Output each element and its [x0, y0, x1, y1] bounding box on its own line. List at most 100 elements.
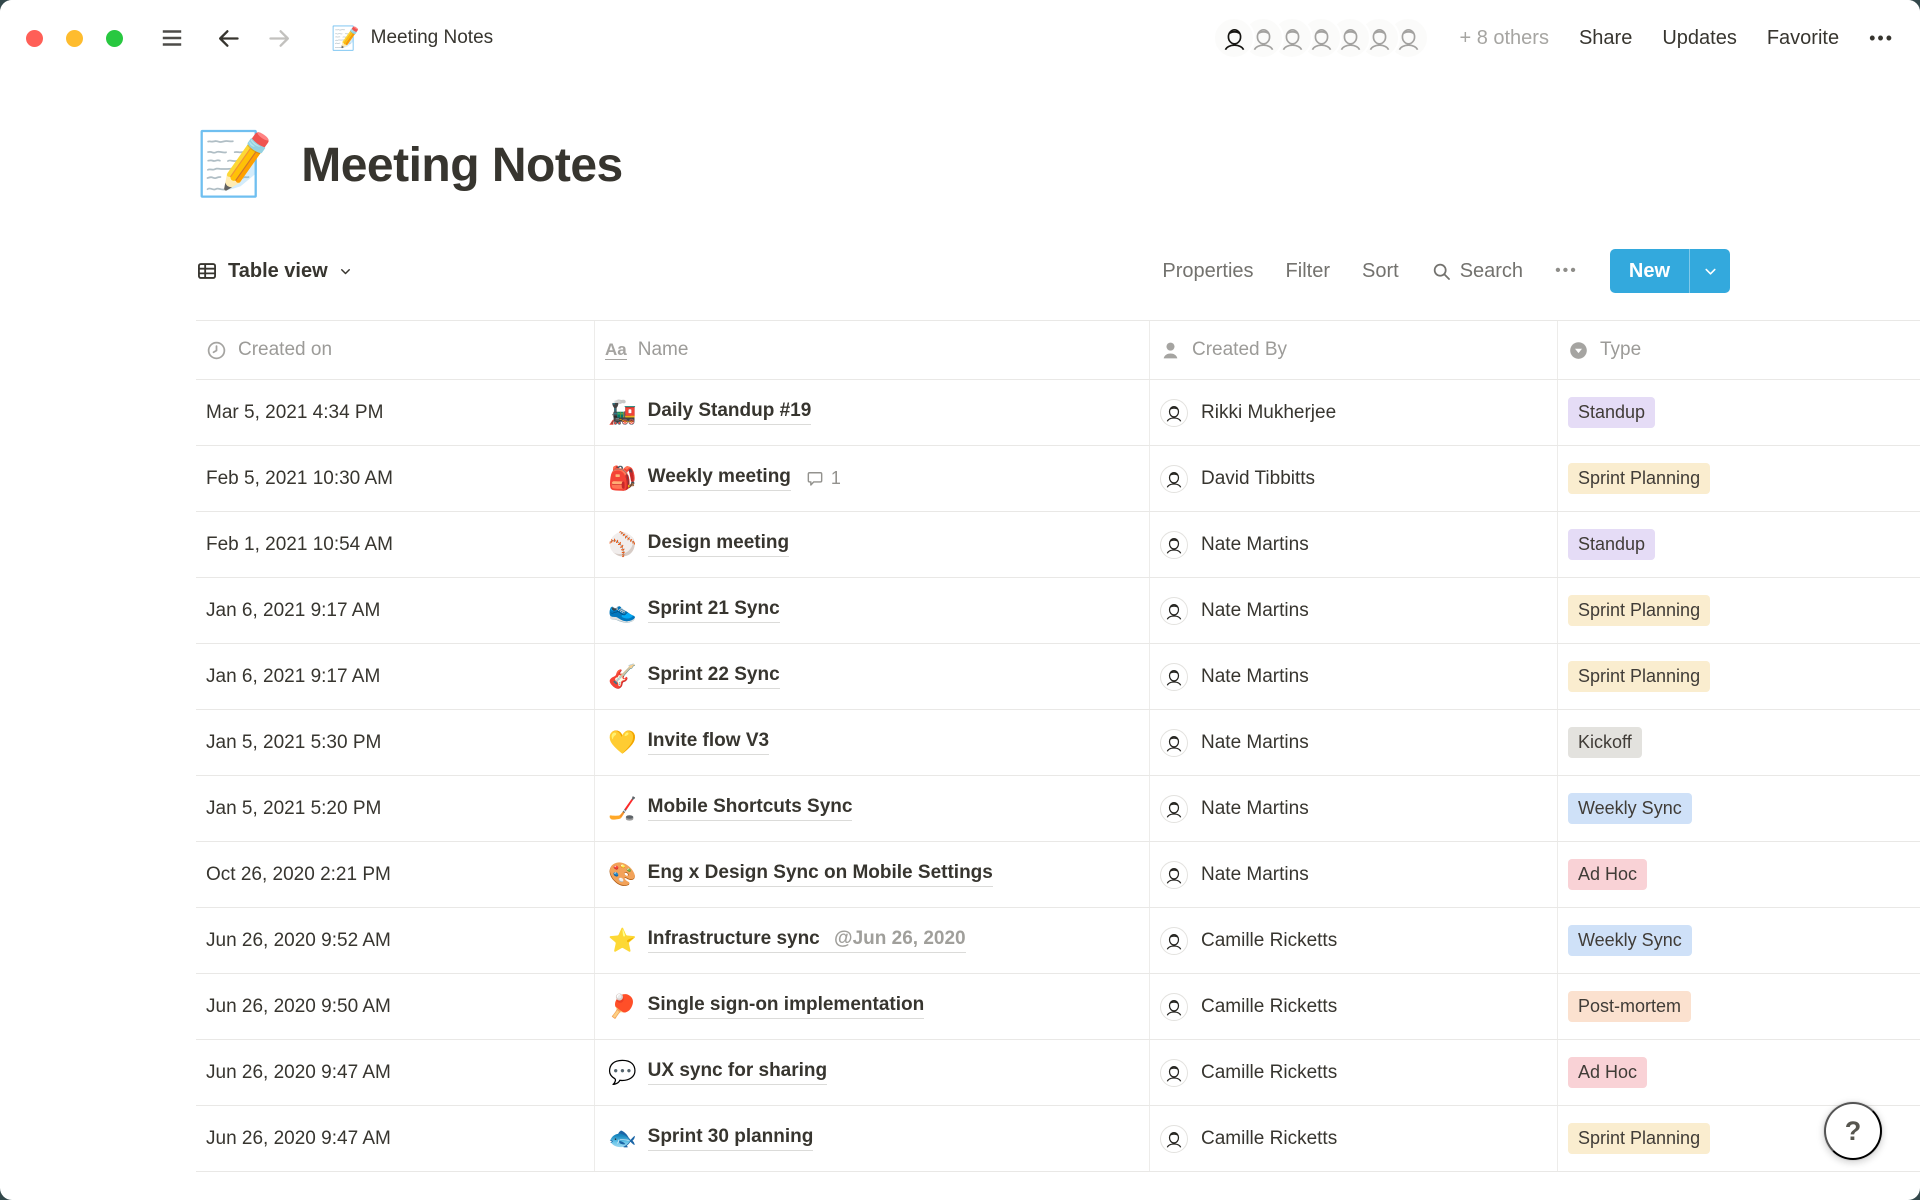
table-view-switcher[interactable]: Table view	[196, 260, 353, 283]
cell-created-by: David Tibbitts	[1150, 446, 1558, 511]
column-header-created-by[interactable]: Created By	[1150, 321, 1558, 379]
page-title[interactable]: Meeting Notes	[301, 138, 623, 193]
table-row: Jun 26, 2020 9:50 AM 🏓 Single sign-on im…	[196, 974, 1920, 1040]
created-by-value: Nate Martins	[1201, 798, 1309, 820]
cell-name: ⭐ Infrastructure sync @Jun 26, 2020	[595, 908, 1150, 973]
page-link[interactable]: Invite flow V3	[648, 730, 769, 755]
new-button-label[interactable]: New	[1610, 249, 1689, 293]
page-link[interactable]: Mobile Shortcuts Sync	[648, 796, 853, 821]
sort-button[interactable]: Sort	[1362, 260, 1399, 283]
page-emoji-icon: 💛	[608, 729, 637, 756]
traffic-lights	[26, 30, 123, 47]
created-by-value: Nate Martins	[1201, 732, 1309, 754]
cell-name: 💬 UX sync for sharing	[595, 1040, 1150, 1105]
zoom-window-button[interactable]	[106, 30, 123, 47]
avatar	[1160, 1059, 1188, 1087]
page-emoji-icon: 🎸	[608, 663, 637, 690]
cell-created-by: Rikki Mukherjee	[1150, 380, 1558, 445]
type-badge: Sprint Planning	[1568, 595, 1710, 626]
more-options-icon[interactable]: •••	[1869, 28, 1894, 49]
page-link[interactable]: Infrastructure sync @Jun 26, 2020	[648, 928, 966, 953]
favorite-button[interactable]: Favorite	[1767, 27, 1839, 50]
page-link[interactable]: UX sync for sharing	[648, 1060, 828, 1085]
avatar	[1160, 663, 1188, 691]
created-on-value: Jun 26, 2020 9:47 AM	[206, 1062, 391, 1084]
cell-type: Sprint Planning	[1558, 446, 1920, 511]
toolbar-more-icon[interactable]: •••	[1555, 262, 1578, 280]
minimize-window-button[interactable]	[66, 30, 83, 47]
search-button[interactable]: Search	[1431, 260, 1523, 283]
type-badge: Kickoff	[1568, 727, 1642, 758]
table-row: Jan 6, 2021 9:17 AM 👟 Sprint 21 Sync Nat…	[196, 578, 1920, 644]
app-window: 📝 Meeting Notes + 8 others Share Updates…	[0, 0, 1920, 1200]
cell-created-by: Nate Martins	[1150, 842, 1558, 907]
type-badge: Standup	[1568, 397, 1655, 428]
share-button[interactable]: Share	[1579, 27, 1632, 50]
created-by-value: Camille Ricketts	[1201, 930, 1337, 952]
breadcrumb[interactable]: 📝 Meeting Notes	[331, 25, 493, 52]
table-row: Jun 26, 2020 9:47 AM 💬 UX sync for shari…	[196, 1040, 1920, 1106]
select-icon	[1568, 340, 1589, 361]
avatar	[1160, 861, 1188, 889]
table-row: Jun 26, 2020 9:47 AM 🐟 Sprint 30 plannin…	[196, 1106, 1920, 1172]
table-header: Created on Aa Name Created By Type	[196, 320, 1920, 380]
others-count: + 8 others	[1459, 27, 1549, 50]
page-link[interactable]: Single sign-on implementation	[648, 994, 925, 1019]
back-arrow-icon[interactable]	[215, 25, 242, 52]
cell-created-by: Nate Martins	[1150, 512, 1558, 577]
page-link-title: Sprint 21 Sync	[648, 598, 780, 619]
type-badge: Sprint Planning	[1568, 463, 1710, 494]
cell-created-by: Nate Martins	[1150, 776, 1558, 841]
page-link[interactable]: Weekly meeting	[648, 466, 791, 491]
created-on-value: Jun 26, 2020 9:52 AM	[206, 930, 391, 952]
forward-arrow-icon[interactable]	[266, 25, 293, 52]
page-link[interactable]: Sprint 30 planning	[648, 1126, 814, 1151]
new-button[interactable]: New	[1610, 249, 1730, 293]
title-icon: Aa	[605, 341, 627, 360]
properties-button[interactable]: Properties	[1162, 260, 1253, 283]
page-emoji-icon: 🎒	[608, 465, 637, 492]
created-by-value: Rikki Mukherjee	[1201, 402, 1336, 424]
page-link-title: Sprint 22 Sync	[648, 664, 780, 685]
type-badge: Sprint Planning	[1568, 1123, 1710, 1154]
search-label: Search	[1460, 260, 1523, 283]
chevron-down-icon	[338, 264, 353, 279]
created-by-value: Nate Martins	[1201, 600, 1309, 622]
page-link[interactable]: Daily Standup #19	[648, 400, 812, 425]
created-by-value: Camille Ricketts	[1201, 1128, 1337, 1150]
page-link-title: Eng x Design Sync on Mobile Settings	[648, 862, 993, 883]
column-header-name[interactable]: Aa Name	[595, 321, 1150, 379]
page-title-row: 📝 Meeting Notes	[196, 134, 1920, 196]
collaborator-avatars[interactable]	[1213, 17, 1429, 59]
avatar	[1160, 1125, 1188, 1153]
page-link[interactable]: Design meeting	[648, 532, 789, 557]
table-body: Mar 5, 2021 4:34 PM 🚂 Daily Standup #19 …	[196, 380, 1920, 1172]
comment-indicator[interactable]: 1	[805, 468, 841, 489]
column-header-type[interactable]: Type	[1558, 321, 1920, 379]
updates-button[interactable]: Updates	[1662, 27, 1737, 50]
close-window-button[interactable]	[26, 30, 43, 47]
page-content: 📝 Meeting Notes Table view Properties Fi…	[0, 134, 1920, 1172]
cell-name: 🎨 Eng x Design Sync on Mobile Settings	[595, 842, 1150, 907]
cell-created-by: Camille Ricketts	[1150, 908, 1558, 973]
created-by-value: Camille Ricketts	[1201, 996, 1337, 1018]
column-header-created-on[interactable]: Created on	[196, 321, 595, 379]
created-on-value: Oct 26, 2020 2:21 PM	[206, 864, 391, 886]
help-button[interactable]: ?	[1824, 1102, 1882, 1160]
meeting-notes-table: Created on Aa Name Created By Type Mar 5…	[196, 320, 1920, 1172]
page-emoji-icon: 🐟	[608, 1125, 637, 1152]
page-link[interactable]: Sprint 21 Sync	[648, 598, 780, 623]
page-link[interactable]: Eng x Design Sync on Mobile Settings	[648, 862, 993, 887]
sidebar-menu-icon[interactable]	[159, 25, 185, 51]
table-row: Feb 5, 2021 10:30 AM 🎒 Weekly meeting 1 …	[196, 446, 1920, 512]
created-by-value: Nate Martins	[1201, 534, 1309, 556]
filter-button[interactable]: Filter	[1286, 260, 1330, 283]
page-link-title: UX sync for sharing	[648, 1060, 828, 1081]
view-label: Table view	[228, 260, 328, 283]
new-dropdown-button[interactable]	[1690, 249, 1730, 293]
created-by-value: Nate Martins	[1201, 864, 1309, 886]
cell-type: Standup	[1558, 512, 1920, 577]
type-badge: Ad Hoc	[1568, 859, 1647, 890]
page-link[interactable]: Sprint 22 Sync	[648, 664, 780, 689]
type-badge: Post-mortem	[1568, 991, 1691, 1022]
